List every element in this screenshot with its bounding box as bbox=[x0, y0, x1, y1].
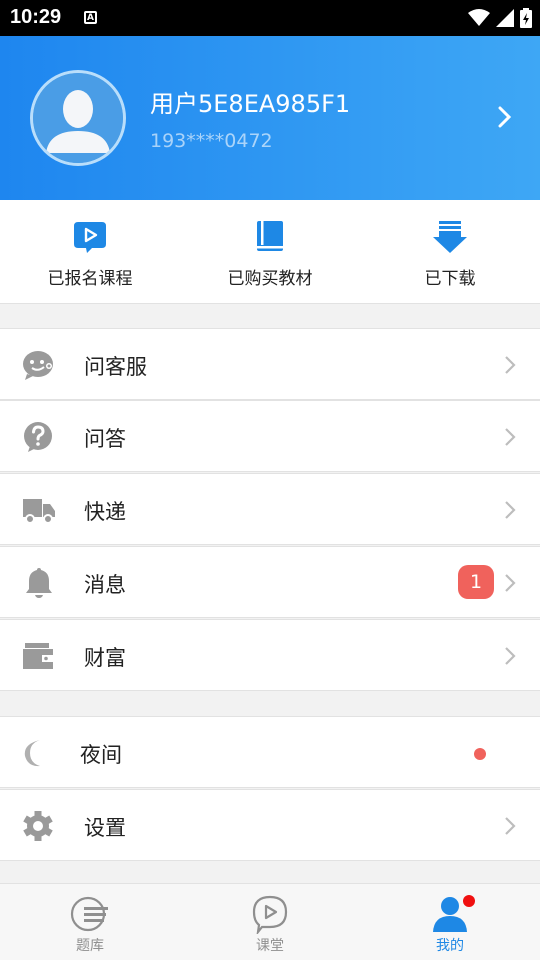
chevron-right-icon bbox=[505, 817, 516, 835]
chevron-right-icon bbox=[505, 356, 516, 374]
shortcut-downloaded[interactable]: 已下载 bbox=[360, 200, 540, 304]
night-mode-dot bbox=[474, 748, 486, 760]
battery-icon bbox=[520, 8, 532, 28]
tab-label: 我的 bbox=[436, 938, 464, 954]
menu-item-wealth[interactable]: 财富 bbox=[0, 619, 540, 691]
download-icon bbox=[433, 221, 467, 253]
menu-item-express[interactable]: 快递 bbox=[0, 473, 540, 545]
phone-number: 193****0472 bbox=[150, 130, 273, 152]
chevron-right-icon bbox=[505, 647, 516, 665]
book-icon bbox=[257, 221, 283, 251]
gear-icon bbox=[23, 811, 53, 841]
menu-item-night-mode[interactable]: 夜间 bbox=[0, 716, 540, 788]
bottom-tab-bar: 题库 课堂 我的 bbox=[0, 883, 540, 960]
shortcut-label: 已购买教材 bbox=[227, 269, 313, 289]
shortcut-label: 已下载 bbox=[424, 269, 476, 289]
moon-icon bbox=[24, 740, 40, 767]
truck-icon bbox=[23, 499, 55, 524]
status-icons bbox=[468, 8, 532, 28]
chevron-right-icon bbox=[505, 428, 516, 446]
unread-badge: 1 bbox=[458, 565, 494, 599]
default-user-icon bbox=[33, 73, 123, 163]
wallet-icon bbox=[23, 643, 53, 669]
shortcut-bar: 已报名课程 已购买教材 已下载 bbox=[0, 200, 540, 304]
shortcut-label: 已报名课程 bbox=[47, 269, 133, 289]
menu-item-messages[interactable]: 消息 1 bbox=[0, 546, 540, 618]
tab-profile[interactable]: 我的 bbox=[360, 884, 540, 960]
chevron-right-icon bbox=[505, 574, 516, 592]
chevron-right-icon bbox=[505, 501, 516, 519]
status-time: 10:29 bbox=[10, 6, 62, 28]
shortcut-enrolled-courses[interactable]: 已报名课程 bbox=[0, 200, 180, 304]
menu-item-customer-service[interactable]: 问客服 bbox=[0, 328, 540, 400]
menu-label: 消息 bbox=[84, 573, 126, 597]
shortcut-purchased-books[interactable]: 已购买教材 bbox=[180, 200, 360, 304]
classroom-icon bbox=[252, 895, 288, 934]
bell-icon bbox=[26, 568, 52, 598]
play-bubble-icon bbox=[74, 222, 106, 253]
signal-icon bbox=[496, 9, 514, 27]
menu-label: 快递 bbox=[84, 500, 126, 524]
tab-label: 课堂 bbox=[256, 938, 284, 954]
tab-label: 题库 bbox=[76, 938, 104, 954]
profile-header[interactable]: 用户5E8EA985F1 193****0472 bbox=[0, 36, 540, 200]
notification-dot bbox=[463, 895, 475, 907]
tab-classroom[interactable]: 课堂 bbox=[180, 884, 360, 960]
customer-service-icon bbox=[23, 351, 53, 380]
menu-label: 财富 bbox=[84, 646, 126, 670]
menu-label: 夜间 bbox=[80, 743, 122, 767]
avatar[interactable] bbox=[30, 70, 126, 166]
menu-item-settings[interactable]: 设置 bbox=[0, 789, 540, 861]
menu-label: 问客服 bbox=[84, 355, 147, 379]
chevron-right-icon[interactable] bbox=[498, 106, 512, 128]
question-icon bbox=[24, 422, 52, 452]
menu-label: 设置 bbox=[84, 816, 126, 840]
status-bar: 10:29 A bbox=[0, 0, 540, 36]
tab-question-bank[interactable]: 题库 bbox=[0, 884, 180, 960]
menu-item-qa[interactable]: 问答 bbox=[0, 400, 540, 472]
wifi-icon bbox=[468, 9, 490, 26]
menu-label: 问答 bbox=[84, 427, 126, 451]
question-bank-icon bbox=[70, 896, 108, 932]
notification-a-icon: A bbox=[84, 11, 97, 24]
username: 用户5E8EA985F1 bbox=[150, 90, 351, 118]
